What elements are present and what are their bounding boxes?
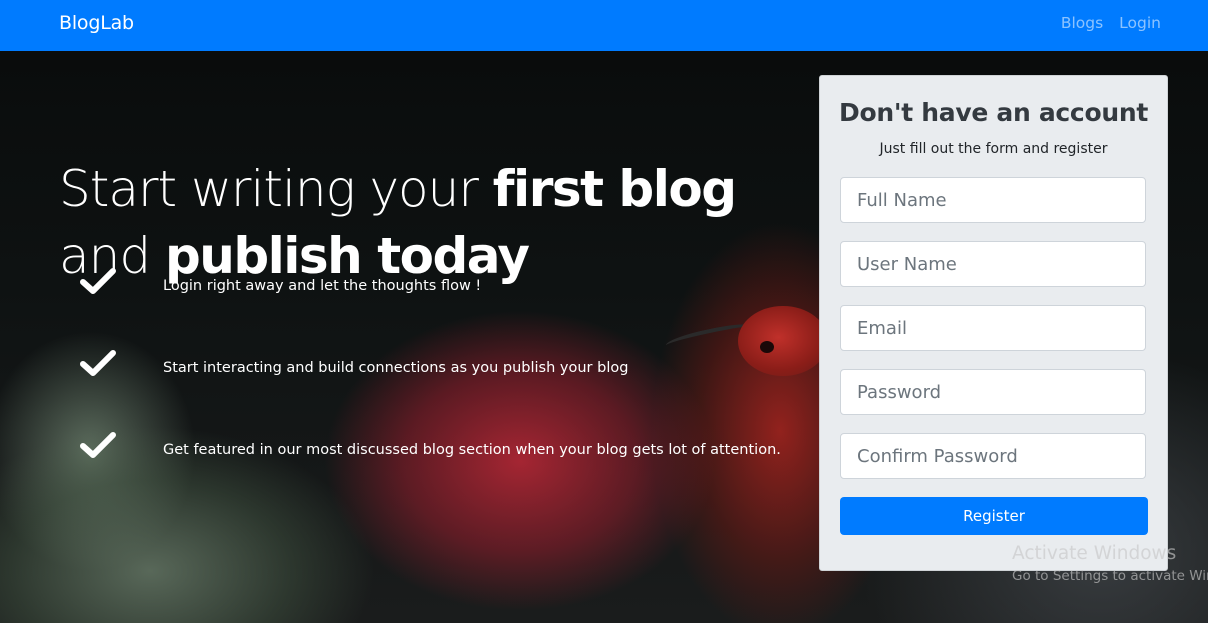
background-bird-eye <box>760 341 774 353</box>
full-name-input[interactable] <box>840 177 1146 223</box>
headline-part-1: Start writing your <box>59 160 493 218</box>
check-icon <box>80 432 116 458</box>
top-navbar: BlogLab Blogs Login <box>0 0 1208 51</box>
brand-logo[interactable]: BlogLab <box>59 12 134 34</box>
register-subtitle: Just fill out the form and register <box>879 141 1108 157</box>
nav-link-login[interactable]: Login <box>1119 14 1161 32</box>
activate-windows-hint: Go to Settings to activate Windows. <box>1012 568 1208 584</box>
headline-emphasis-2: publish today <box>164 227 530 285</box>
check-icon <box>80 350 116 376</box>
email-input[interactable] <box>840 305 1146 351</box>
register-button[interactable]: Register <box>840 497 1148 535</box>
headline-emphasis-1: first blog <box>492 160 737 218</box>
activate-windows-watermark: Activate Windows <box>1012 543 1177 564</box>
feature-text-3: Get featured in our most discussed blog … <box>163 442 781 458</box>
register-title: Don't have an account <box>839 98 1148 127</box>
hero-headline: Start writing your first blog and publis… <box>59 156 779 290</box>
confirm-password-input[interactable] <box>840 433 1146 479</box>
check-icon <box>80 268 116 294</box>
user-name-input[interactable] <box>840 241 1146 287</box>
feature-text-2: Start interacting and build connections … <box>163 360 629 376</box>
nav-links: Blogs Login <box>1061 14 1161 32</box>
feature-text-1: Login right away and let the thoughts fl… <box>163 278 482 294</box>
nav-link-blogs[interactable]: Blogs <box>1061 14 1103 32</box>
register-card: Don't have an account Just fill out the … <box>819 75 1168 571</box>
password-input[interactable] <box>840 369 1146 415</box>
